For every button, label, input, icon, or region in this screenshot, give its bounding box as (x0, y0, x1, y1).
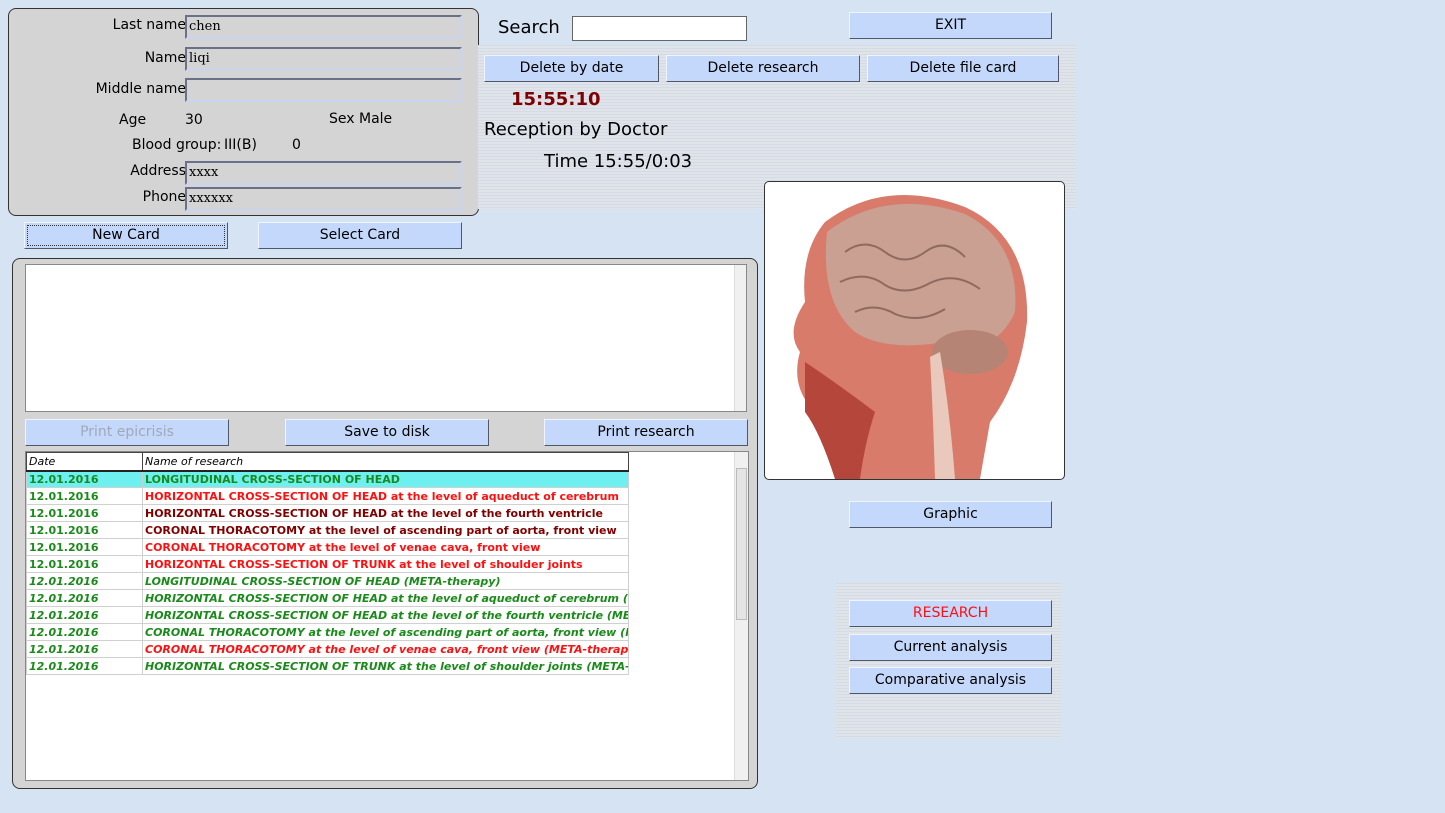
row-name: HORIZONTAL CROSS-SECTION OF HEAD at the … (142, 504, 629, 522)
table-row[interactable]: 12.01.2016 CORONAL THORACOTOMY at the lev… (26, 538, 629, 556)
name-label: Name (144, 50, 186, 66)
blood-rh-value: 0 (292, 137, 301, 153)
graphic-button[interactable]: Graphic (849, 501, 1052, 528)
research-button[interactable]: RESEARCH (849, 600, 1052, 627)
row-date: 12.01.2016 (26, 521, 143, 539)
row-date: 12.01.2016 (26, 657, 143, 675)
middle-name-field[interactable] (185, 78, 462, 102)
row-name: HORIZONTAL CROSS-SECTION OF HEAD at the … (142, 487, 629, 505)
comparative-analysis-button[interactable]: Comparative analysis (849, 667, 1052, 694)
table-row[interactable]: 12.01.2016 HORIZONTAL CROSS-SECTION OF TR… (26, 657, 629, 675)
header-date[interactable]: Date (26, 452, 143, 472)
clock: 15:55:10 (511, 89, 601, 110)
age-value: 30 (185, 112, 203, 128)
search-input[interactable] (572, 16, 747, 41)
research-table: Date Name of research 12.01.2016 LONGITUDI… (26, 452, 629, 675)
table-row[interactable]: 12.01.2016 CORONAL THORACOTOMY at the lev… (26, 623, 629, 641)
row-date: 12.01.2016 (26, 640, 143, 658)
row-name: HORIZONTAL CROSS-SECTION OF TRUNK at the… (142, 657, 629, 675)
textarea-scrollbar[interactable] (734, 265, 746, 411)
row-name: HORIZONTAL CROSS-SECTION OF HEAD at the … (142, 589, 629, 607)
print-epicrisis-button[interactable]: Print epicrisis (25, 419, 229, 446)
table-row[interactable]: 12.01.2016 CORONAL THORACOTOMY at the lev… (26, 521, 629, 539)
middle-name-label: Middle name (95, 81, 186, 97)
address-field[interactable]: xxxx (185, 161, 462, 185)
table-row[interactable]: 12.01.2016 HORIZONTAL CROSS-SECTION OF HE… (26, 504, 629, 522)
table-row[interactable]: 12.01.2016 LONGITUDINAL CROSS-SECTION OF … (26, 572, 629, 590)
row-date: 12.01.2016 (26, 487, 143, 505)
new-card-button[interactable]: New Card (24, 222, 228, 249)
row-date: 12.01.2016 (26, 470, 143, 488)
blood-group-label: Blood group: (132, 137, 222, 153)
reception-label: Reception by Doctor (484, 119, 668, 140)
delete-by-date-button[interactable]: Delete by date (484, 55, 659, 82)
name-field[interactable]: liqi (185, 47, 462, 71)
scrollbar-thumb[interactable] (736, 468, 747, 620)
blood-group-value: III(B) (224, 137, 257, 153)
delete-file-card-button[interactable]: Delete file card (867, 55, 1059, 82)
current-analysis-button[interactable]: Current analysis (849, 634, 1052, 661)
sex-value: Sex Male (329, 111, 393, 127)
row-name: CORONAL THORACOTOMY at the level of asce… (142, 521, 629, 539)
print-research-button[interactable]: Print research (544, 419, 748, 446)
table-row[interactable]: 12.01.2016 HORIZONTAL CROSS-SECTION OF HE… (26, 606, 629, 624)
row-name: HORIZONTAL CROSS-SECTION OF TRUNK at the… (142, 555, 629, 573)
table-row[interactable]: 12.01.2016 HORIZONTAL CROSS-SECTION OF TR… (26, 555, 629, 573)
phone-label: Phone (142, 189, 186, 205)
row-name: CORONAL THORACOTOMY at the level of asce… (142, 623, 629, 641)
phone-field[interactable]: xxxxxx (185, 187, 462, 211)
row-name: CORONAL THORACOTOMY at the level of vena… (142, 640, 629, 658)
last-name-field[interactable]: chen (185, 15, 462, 39)
epicrisis-textarea[interactable] (25, 264, 747, 412)
patient-panel: Last name chen Name liqi Middle name Age… (8, 8, 479, 216)
research-list: Date Name of research 12.01.2016 LONGITUDI… (25, 451, 749, 781)
row-name: HORIZONTAL CROSS-SECTION OF HEAD at the … (142, 606, 629, 624)
row-date: 12.01.2016 (26, 538, 143, 556)
row-date: 12.01.2016 (26, 589, 143, 607)
row-name: LONGITUDINAL CROSS-SECTION OF HEAD (142, 470, 629, 488)
table-row[interactable]: 12.01.2016 HORIZONTAL CROSS-SECTION OF HE… (26, 487, 629, 505)
exit-button[interactable]: EXIT (849, 12, 1052, 39)
time-label: Time 15:55/0:03 (544, 151, 693, 172)
table-row[interactable]: 12.01.2016 HORIZONTAL CROSS-SECTION OF HE… (26, 589, 629, 607)
row-date: 12.01.2016 (26, 572, 143, 590)
row-name: CORONAL THORACOTOMY at the level of vena… (142, 538, 629, 556)
delete-research-button[interactable]: Delete research (666, 55, 860, 82)
last-name-label: Last name (112, 17, 186, 33)
research-panel: Print epicrisis Save to disk Print resea… (12, 258, 758, 789)
search-label: Search (498, 17, 560, 38)
address-label: Address (130, 163, 186, 179)
anatomy-image-frame (764, 181, 1065, 480)
header-name[interactable]: Name of research (142, 452, 629, 472)
row-date: 12.01.2016 (26, 555, 143, 573)
list-scrollbar[interactable] (734, 452, 748, 780)
save-to-disk-button[interactable]: Save to disk (285, 419, 489, 446)
table-row[interactable]: 12.01.2016 CORONAL THORACOTOMY at the lev… (26, 640, 629, 658)
select-card-button[interactable]: Select Card (258, 222, 462, 249)
row-date: 12.01.2016 (26, 623, 143, 641)
age-label: Age (119, 112, 147, 128)
table-row[interactable]: 12.01.2016 LONGITUDINAL CROSS-SECTION OF … (26, 470, 629, 488)
row-date: 12.01.2016 (26, 504, 143, 522)
row-name: LONGITUDINAL CROSS-SECTION OF HEAD (META… (142, 572, 629, 590)
row-date: 12.01.2016 (26, 606, 143, 624)
brain-head-image (793, 195, 1028, 479)
